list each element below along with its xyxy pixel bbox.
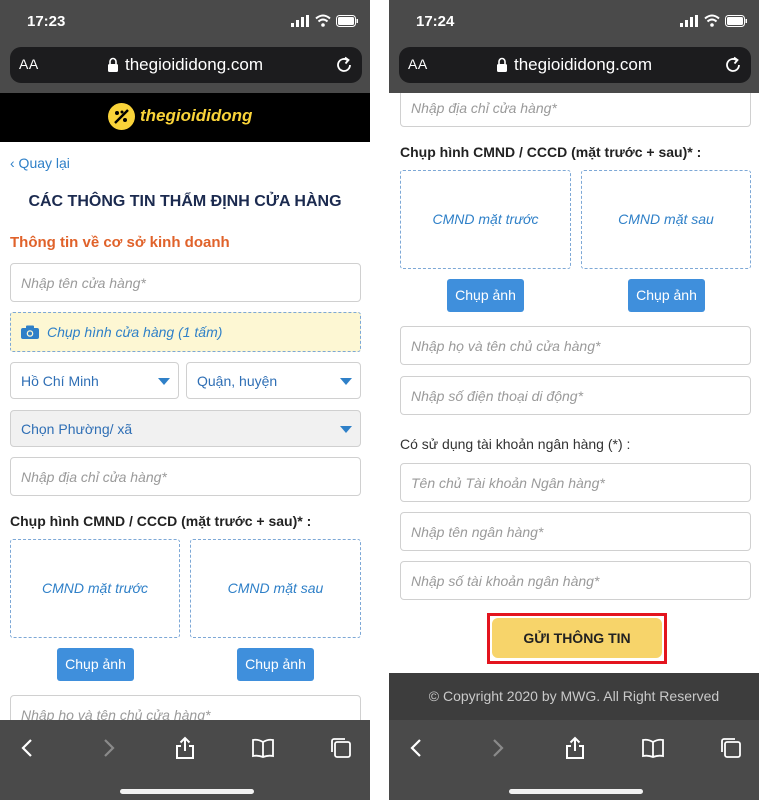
signal-icon [680, 15, 698, 27]
section-title: Thông tin về cơ sở kinh doanh [10, 234, 230, 251]
home-indicator [509, 789, 643, 794]
id-back-upload[interactable]: CMND mặt sau [581, 170, 751, 269]
reload-icon[interactable] [723, 55, 743, 75]
ward-select[interactable]: Chọn Phường/ xã [10, 410, 361, 447]
bank-account-placeholder: Nhập số tài khoản ngân hàng* [411, 573, 600, 589]
id-front-label: CMND mặt trước [432, 211, 539, 227]
wifi-icon [704, 14, 720, 27]
address-placeholder: Nhập địa chỉ cửa hàng* [411, 100, 557, 116]
camera-icon [21, 325, 39, 339]
address-input[interactable]: Nhập địa chỉ cửa hàng* [10, 457, 361, 496]
bank-name-placeholder: Nhập tên ngân hàng* [411, 524, 544, 540]
back-arrow-icon[interactable] [405, 736, 429, 760]
bank-holder-placeholder: Tên chủ Tài khoản Ngân hàng* [411, 475, 605, 491]
bookmarks-icon[interactable] [251, 736, 275, 760]
city-select[interactable]: Hồ Chí Minh [10, 362, 179, 399]
bank-holder-input[interactable]: Tên chủ Tài khoản Ngân hàng* [400, 463, 751, 502]
url-bar[interactable]: AA thegioididong.com [10, 47, 362, 83]
tabs-icon[interactable] [719, 736, 743, 760]
store-photo-button[interactable]: Chụp hình cửa hàng (1 tấm) [10, 312, 361, 352]
page-title: CÁC THÔNG TIN THẨM ĐỊNH CỬA HÀNG [28, 193, 342, 210]
chevron-down-icon [340, 426, 352, 433]
browser-toolbar [0, 720, 370, 800]
phone-input[interactable]: Nhập số điện thoại di động* [400, 376, 751, 415]
share-icon[interactable] [563, 736, 587, 760]
bookmarks-icon[interactable] [641, 736, 665, 760]
capture-back-button[interactable]: Chụp ảnh [237, 648, 314, 681]
bank-question-label: Có sử dụng tài khoản ngân hàng (*) : [400, 436, 631, 452]
phone-placeholder: Nhập số điện thoại di động* [411, 388, 584, 404]
page-content: thegioididong ‹ Quay lại CÁC THÔNG TIN T… [0, 93, 370, 720]
tabs-icon[interactable] [329, 736, 353, 760]
status-bar: 17:24 [389, 0, 759, 44]
id-front-label: CMND mặt trước [42, 580, 148, 596]
lock-icon [497, 57, 507, 72]
capture-front-button[interactable]: Chụp ảnh [57, 648, 134, 681]
owner-name-input[interactable]: Nhập họ và tên chủ cửa hàng* [400, 326, 751, 365]
chevron-down-icon [158, 378, 170, 385]
back-link[interactable]: ‹ Quay lại [10, 155, 70, 171]
owner-name-input[interactable]: Nhập họ và tên chủ cửa hàng* [10, 695, 361, 720]
browser-top-bar: 17:24 AA thegioididong.com [389, 0, 759, 93]
forward-arrow-icon[interactable] [96, 736, 120, 760]
page-content: Nhập địa chỉ cửa hàng* Chụp hình CMND / … [389, 93, 759, 720]
owner-name-placeholder: Nhập họ và tên chủ cửa hàng* [21, 707, 211, 720]
back-arrow-icon[interactable] [16, 736, 40, 760]
reload-icon[interactable] [334, 55, 354, 75]
browser-top-bar: 17:23 AA thegioididong.com [0, 0, 370, 93]
address-input[interactable]: Nhập địa chỉ cửa hàng* [400, 93, 751, 127]
id-back-label: CMND mặt sau [618, 211, 714, 227]
battery-icon [725, 15, 747, 27]
phone-screenshot-left: 17:23 AA thegioididong.com thegioididong… [0, 0, 370, 800]
chevron-down-icon [340, 378, 352, 385]
brand-header: thegioididong [0, 93, 370, 142]
store-name-placeholder: Nhập tên cửa hàng* [21, 275, 146, 291]
submit-button[interactable]: GỬI THÔNG TIN [492, 618, 662, 658]
share-icon[interactable] [173, 736, 197, 760]
logo-icon [108, 103, 135, 130]
id-front-upload[interactable]: CMND mặt trước [400, 170, 571, 269]
signal-icon [291, 15, 309, 27]
district-select[interactable]: Quận, huyện [186, 362, 361, 399]
status-bar: 17:23 [0, 0, 370, 44]
text-size-button[interactable]: AA [408, 56, 428, 72]
id-front-upload[interactable]: CMND mặt trước [10, 539, 180, 638]
status-time: 17:24 [416, 13, 455, 30]
id-photo-label: Chụp hình CMND / CCCD (mặt trước + sau)*… [10, 513, 312, 529]
ward-select-value: Chọn Phường/ xã [21, 421, 133, 437]
capture-front-button[interactable]: Chụp ảnh [447, 279, 524, 312]
district-select-value: Quận, huyện [197, 373, 278, 389]
home-indicator [120, 789, 254, 794]
lock-icon [108, 57, 118, 72]
bank-name-input[interactable]: Nhập tên ngân hàng* [400, 512, 751, 551]
phone-screenshot-right: 17:24 AA thegioididong.com Nhập địa chỉ … [389, 0, 759, 800]
bank-account-input[interactable]: Nhập số tài khoản ngân hàng* [400, 561, 751, 600]
text-size-button[interactable]: AA [19, 56, 39, 72]
id-back-upload[interactable]: CMND mặt sau [190, 539, 361, 638]
wifi-icon [315, 14, 331, 27]
store-name-input[interactable]: Nhập tên cửa hàng* [10, 263, 361, 302]
address-placeholder: Nhập địa chỉ cửa hàng* [21, 469, 167, 485]
browser-toolbar [389, 720, 759, 800]
id-photo-label: Chụp hình CMND / CCCD (mặt trước + sau)*… [400, 144, 702, 160]
capture-back-button[interactable]: Chụp ảnh [628, 279, 705, 312]
url-host: thegioididong.com [514, 55, 652, 74]
forward-arrow-icon[interactable] [485, 736, 509, 760]
battery-icon [336, 15, 358, 27]
brand-name: thegioididong [140, 106, 253, 125]
store-photo-label: Chụp hình cửa hàng (1 tấm) [47, 324, 223, 340]
page-footer: © Copyright 2020 by MWG. All Right Reser… [389, 673, 759, 720]
url-host: thegioididong.com [125, 55, 263, 74]
status-time: 17:23 [27, 13, 66, 30]
city-select-value: Hồ Chí Minh [21, 373, 99, 389]
owner-name-placeholder: Nhập họ và tên chủ cửa hàng* [411, 338, 601, 354]
id-back-label: CMND mặt sau [227, 580, 324, 596]
url-bar[interactable]: AA thegioididong.com [399, 47, 751, 83]
